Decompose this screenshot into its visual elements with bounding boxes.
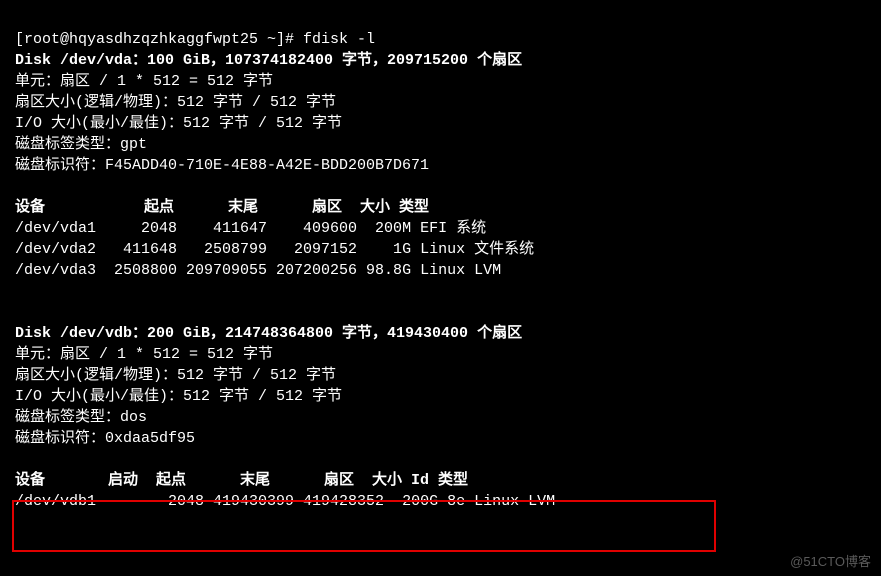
table2-header: 设备 启动 起点 末尾 扇区 大小 Id 类型 [15,472,468,489]
table1-row1: /dev/vda1 2048 411647 409600 200M EFI 系统 [15,220,486,237]
disk1-labeltype: 磁盘标签类型：gpt [15,136,147,153]
table2-row1: /dev/vdb1 2048 419430399 419428352 200G … [15,493,555,510]
disk2-unit: 单元：扇区 / 1 * 512 = 512 字节 [15,346,273,363]
terminal-output: [root@hqyasdhzqzhkaggfwpt25 ~]# fdisk -l… [0,0,881,520]
disk1-unit: 单元：扇区 / 1 * 512 = 512 字节 [15,73,273,90]
disk1-io: I/O 大小(最小/最佳)：512 字节 / 512 字节 [15,115,342,132]
table1-row2: /dev/vda2 411648 2508799 2097152 1G Linu… [15,241,534,258]
command: fdisk -l [303,31,375,48]
prompt: [root@hqyasdhzqzhkaggfwpt25 ~]# [15,31,303,48]
table1-row3: /dev/vda3 2508800 209709055 207200256 98… [15,262,501,279]
disk2-identifier: 磁盘标识符：0xdaa5df95 [15,430,195,447]
disk1-identifier: 磁盘标识符：F45ADD40-710E-4E88-A42E-BDD200B7D6… [15,157,429,174]
table1-header: 设备 起点 末尾 扇区 大小 类型 [15,199,429,216]
disk2-header: Disk /dev/vdb：200 GiB，214748364800 字节，41… [15,325,522,342]
disk1-header: Disk /dev/vda：100 GiB，107374182400 字节，20… [15,52,522,69]
disk2-io: I/O 大小(最小/最佳)：512 字节 / 512 字节 [15,388,342,405]
watermark: @51CTO博客 [790,551,871,570]
disk2-labeltype: 磁盘标签类型：dos [15,409,147,426]
disk2-sector: 扇区大小(逻辑/物理)：512 字节 / 512 字节 [15,367,336,384]
disk1-sector: 扇区大小(逻辑/物理)：512 字节 / 512 字节 [15,94,336,111]
